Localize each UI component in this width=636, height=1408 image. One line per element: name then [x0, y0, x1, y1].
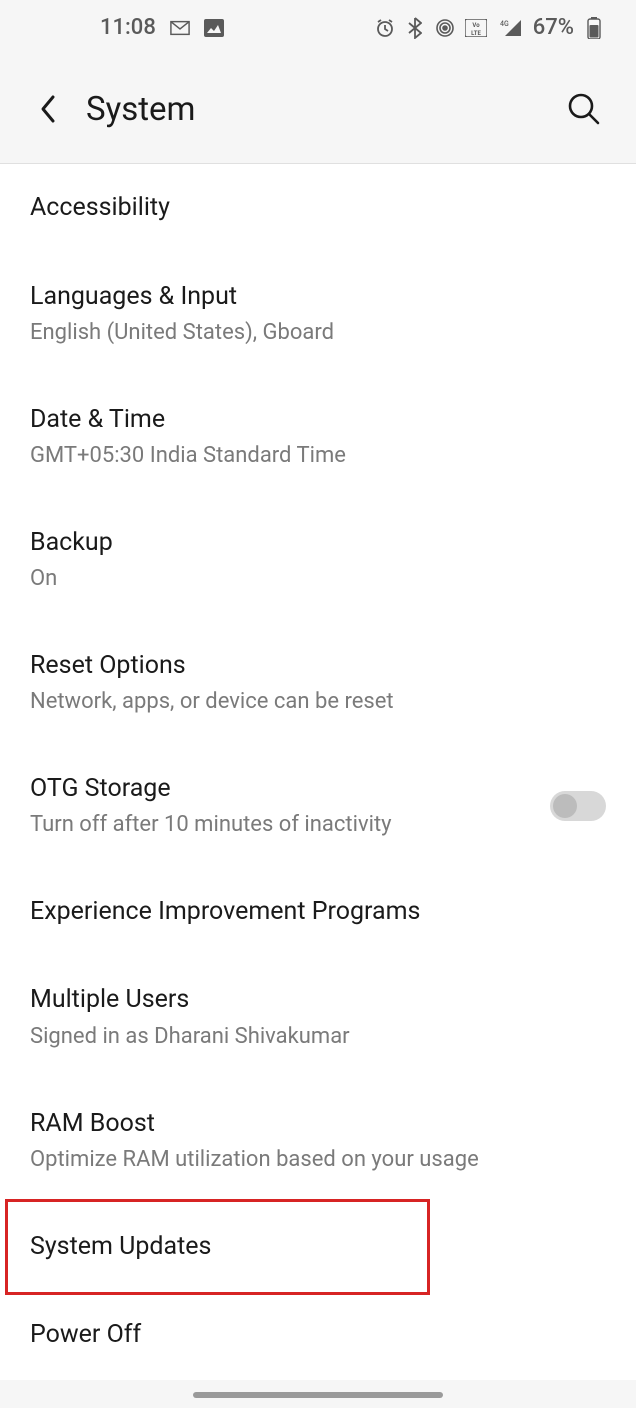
item-title: Accessibility — [30, 192, 606, 225]
svg-text:LTE: LTE — [471, 30, 481, 37]
back-button[interactable] — [30, 91, 66, 127]
svg-text:Vo: Vo — [472, 22, 480, 29]
item-title: RAM Boost — [30, 1108, 606, 1141]
item-backup[interactable]: Backup On — [30, 499, 606, 622]
alarm-icon — [375, 18, 395, 38]
item-sub: Turn off after 10 minutes of inactivity — [30, 811, 550, 840]
item-reset-options[interactable]: Reset Options Network, apps, or device c… — [30, 622, 606, 745]
item-otg-storage[interactable]: OTG Storage Turn off after 10 minutes of… — [30, 745, 606, 868]
battery-icon — [584, 18, 604, 38]
item-sub: Network, apps, or device can be reset — [30, 688, 606, 717]
status-bar: 11:08 VoLTE 4G 67% — [0, 0, 636, 55]
status-left: 11:08 — [100, 15, 224, 40]
item-sub: GMT+05:30 India Standard Time — [30, 442, 606, 471]
item-sub: English (United States), Gboard — [30, 319, 606, 348]
item-title: Backup — [30, 527, 606, 560]
settings-list: Accessibility Languages & Input English … — [0, 164, 636, 1380]
item-power-off[interactable]: Power Off — [30, 1291, 606, 1380]
item-sub: On — [30, 565, 606, 594]
item-title: Date & Time — [30, 404, 606, 437]
item-sub: Signed in as Dharani Shivakumar — [30, 1023, 606, 1052]
search-button[interactable] — [564, 89, 604, 129]
volte-icon: VoLTE — [465, 19, 487, 37]
item-system-updates[interactable]: System Updates — [30, 1203, 606, 1292]
item-multiple-users[interactable]: Multiple Users Signed in as Dharani Shiv… — [30, 956, 606, 1079]
item-experience-improvement[interactable]: Experience Improvement Programs — [30, 868, 606, 957]
otg-toggle[interactable] — [550, 791, 606, 821]
hotspot-icon — [435, 18, 455, 38]
item-title: Multiple Users — [30, 984, 606, 1017]
page-title: System — [86, 90, 195, 129]
status-right: VoLTE 4G 67% — [375, 15, 604, 40]
bluetooth-icon — [405, 18, 425, 38]
nav-handle[interactable] — [193, 1392, 443, 1398]
item-title: Experience Improvement Programs — [30, 896, 606, 929]
item-title: System Updates — [30, 1231, 606, 1264]
item-ram-boost[interactable]: RAM Boost Optimize RAM utilization based… — [30, 1080, 606, 1203]
svg-text:4G: 4G — [500, 20, 509, 28]
item-date-time[interactable]: Date & Time GMT+05:30 India Standard Tim… — [30, 376, 606, 499]
gmail-icon — [170, 18, 190, 38]
item-title: Reset Options — [30, 650, 606, 683]
header-left: System — [30, 90, 195, 129]
item-title: Languages & Input — [30, 281, 606, 314]
header: System — [0, 55, 636, 163]
item-sub: Optimize RAM utilization based on your u… — [30, 1146, 606, 1175]
item-accessibility[interactable]: Accessibility — [30, 164, 606, 253]
battery-percent: 67% — [533, 15, 574, 40]
item-languages-input[interactable]: Languages & Input English (United States… — [30, 253, 606, 376]
signal-icon: 4G — [497, 18, 523, 38]
item-title: OTG Storage — [30, 773, 550, 806]
content: Accessibility Languages & Input English … — [0, 164, 636, 1380]
image-icon — [204, 18, 224, 38]
status-time: 11:08 — [100, 15, 156, 40]
item-title: Power Off — [30, 1319, 606, 1352]
